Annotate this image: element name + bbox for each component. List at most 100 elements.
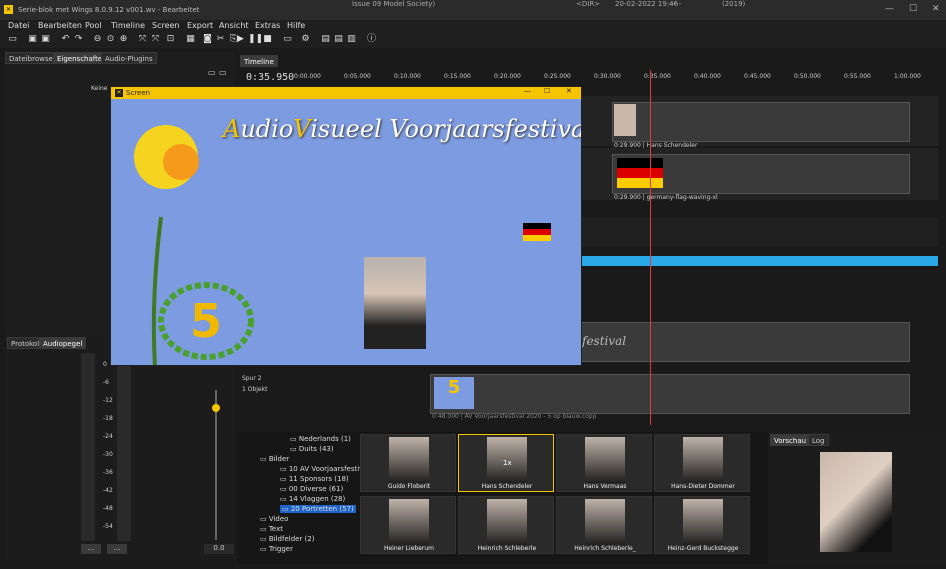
timeline-clip-portrait[interactable] bbox=[612, 102, 910, 142]
meter-tick-label: -24 bbox=[103, 433, 113, 440]
tree-item-label: Nederlands (1) bbox=[298, 435, 351, 443]
meter-tick-label: -30 bbox=[103, 451, 113, 458]
ruler-tick: 0:35.000 bbox=[644, 73, 671, 80]
tree-item[interactable]: ▭ 00 Diverse (61) bbox=[280, 485, 343, 493]
thumbnail-item[interactable]: Hans Vermaas bbox=[556, 434, 652, 492]
tab-audio-plugins[interactable]: Audio-Plugins bbox=[101, 52, 157, 64]
volume-slider-knob[interactable] bbox=[212, 404, 220, 412]
left-meter-button[interactable]: ... bbox=[81, 544, 101, 554]
pool-panel: ▭ Nederlands (1) ▭ Duits (43) ▭ Bilder ▭ 10… bbox=[238, 432, 768, 564]
thumbnail-item[interactable]: Heinrich Schleberle_ bbox=[556, 496, 652, 554]
thumbnail-item[interactable]: Guido Floberit bbox=[360, 434, 456, 492]
tree-item-label: Trigger bbox=[268, 545, 293, 553]
print-icon[interactable]: ▥ bbox=[346, 34, 357, 45]
folder-up-icon[interactable]: ▭ bbox=[208, 68, 216, 77]
tree-item-label: Text bbox=[268, 525, 284, 533]
banner-letter-v: V bbox=[293, 115, 311, 143]
tree-item[interactable]: ▭ Nederlands (1) bbox=[290, 435, 351, 443]
playhead[interactable] bbox=[650, 70, 651, 425]
ruler-tick: 0:00.000 bbox=[294, 73, 321, 80]
ruler-tick: 0:15.000 bbox=[444, 73, 471, 80]
tree-item-label: Video bbox=[268, 515, 289, 523]
thumbnail-item[interactable]: Heiner Lieberum bbox=[360, 496, 456, 554]
folder-icon: ▭ bbox=[260, 525, 269, 533]
timeline-clip-badge[interactable] bbox=[430, 374, 910, 414]
zoom-fit-icon[interactable]: ⊙ bbox=[105, 34, 116, 45]
tree-item[interactable]: ▭ Bilder bbox=[260, 455, 289, 463]
thumbnail-caption: Heinrich Schleberle bbox=[477, 545, 537, 552]
screen-close-icon[interactable]: ✕ bbox=[566, 87, 572, 95]
tab-timeline[interactable]: Timeline bbox=[240, 55, 278, 67]
laurel-five-badge: 5 bbox=[158, 282, 254, 360]
cut-icon[interactable]: ✂ bbox=[215, 34, 226, 45]
settings-icon[interactable]: ⚙ bbox=[300, 34, 311, 45]
snap-icon[interactable]: ⊡ bbox=[165, 34, 176, 45]
capture-icon[interactable]: ◙ bbox=[202, 34, 213, 45]
zoom-in-icon[interactable]: ⊕ bbox=[118, 34, 129, 45]
fit-height-icon[interactable]: ⤧ bbox=[150, 34, 161, 45]
tree-item[interactable]: ▭ 20 Portretten (57) bbox=[280, 505, 356, 513]
folder-icon: ▭ bbox=[290, 435, 299, 443]
timecode-display: 0:35.950 bbox=[246, 72, 295, 83]
chat-icon[interactable]: ▤ bbox=[320, 34, 331, 45]
fit-width-icon[interactable]: ⤧ bbox=[137, 34, 148, 45]
folder-open-icon[interactable]: ▭ bbox=[219, 68, 227, 77]
tab-audiopegel[interactable]: Audiopegel bbox=[39, 337, 87, 349]
tree-item[interactable]: ▭ Text bbox=[260, 525, 283, 533]
maximize-icon[interactable]: ☐ bbox=[909, 4, 917, 14]
menu-screen[interactable]: Screen bbox=[152, 21, 180, 30]
menu-extras[interactable]: Extras bbox=[255, 21, 280, 30]
screen-minimize-icon[interactable]: — bbox=[524, 87, 531, 95]
ruler-tick: 0:25.000 bbox=[544, 73, 571, 80]
thumbnail-item[interactable]: 1x Hans Schendeler bbox=[458, 434, 554, 492]
tree-item[interactable]: ▭ Trigger bbox=[260, 545, 293, 553]
right-meter-button[interactable]: ... bbox=[107, 544, 127, 554]
tree-item[interactable]: ▭ 11 Sponsors (18) bbox=[280, 475, 349, 483]
tab-dateibrowser[interactable]: Dateibrowser bbox=[5, 52, 60, 64]
thumbnail-item[interactable]: Hans-Dieter Dommer bbox=[654, 434, 750, 492]
list-icon[interactable]: ▤ bbox=[333, 34, 344, 45]
minimize-icon[interactable]: — bbox=[885, 4, 894, 14]
thumbnail-item[interactable]: Heinz-Gerd Buckstegge bbox=[654, 496, 750, 554]
save-icon[interactable]: ▣ bbox=[27, 34, 38, 45]
info-icon[interactable]: ⓘ bbox=[366, 34, 377, 45]
menu-hilfe[interactable]: Hilfe bbox=[287, 21, 305, 30]
undo-icon[interactable]: ↶ bbox=[60, 34, 71, 45]
banner-udio: udio bbox=[240, 115, 294, 143]
menu-export[interactable]: Export bbox=[187, 21, 213, 30]
grid-icon[interactable]: ▦ bbox=[185, 34, 196, 45]
volume-slider-track[interactable] bbox=[215, 390, 217, 540]
zoom-out-icon[interactable]: ⊖ bbox=[92, 34, 103, 45]
menu-ansicht[interactable]: Ansicht bbox=[219, 21, 249, 30]
tree-item[interactable]: ▭ 14 Vlaggen (28) bbox=[280, 495, 345, 503]
menu-timeline[interactable]: Timeline bbox=[111, 21, 145, 30]
tree-item[interactable]: ▭ Duits (43) bbox=[290, 445, 334, 453]
timeline-clip-festival[interactable] bbox=[578, 322, 910, 362]
close-icon[interactable]: ✕ bbox=[932, 4, 940, 14]
redo-icon[interactable]: ↷ bbox=[73, 34, 84, 45]
screen-window-titlebar[interactable]: ✕ Screen — ☐ ✕ bbox=[111, 87, 581, 99]
tab-vorschau[interactable]: Vorschau bbox=[770, 434, 811, 446]
menu-pool[interactable]: Pool bbox=[85, 21, 102, 30]
menu-datei[interactable]: Datei bbox=[8, 21, 29, 30]
save-as-icon[interactable]: ▣ bbox=[40, 34, 51, 45]
open-folder-icon[interactable]: ▭ bbox=[7, 34, 18, 45]
screen-window[interactable]: ✕ Screen — ☐ ✕ AudioVisueel Voorjaarsfes… bbox=[110, 86, 582, 366]
meter-tick-label: -36 bbox=[103, 469, 113, 476]
tree-item[interactable]: ▭ Bildfelder (2) bbox=[260, 535, 314, 543]
thumbnail-item[interactable]: Heinrich Schleberle bbox=[458, 496, 554, 554]
screen-window-title: Screen bbox=[126, 89, 151, 97]
thumbnail-image bbox=[585, 499, 625, 545]
menu-bearbeiten[interactable]: Bearbeiten bbox=[38, 21, 82, 30]
tree-item[interactable]: ▭ Video bbox=[260, 515, 288, 523]
stop-icon[interactable]: ■ bbox=[262, 34, 273, 45]
tree-item-label: 14 Vlaggen (28) bbox=[288, 495, 346, 503]
left-meter-bar bbox=[81, 353, 95, 541]
screen-icon[interactable]: ▭ bbox=[282, 34, 293, 45]
screen-maximize-icon[interactable]: ☐ bbox=[544, 87, 550, 95]
tab-log[interactable]: Log bbox=[808, 434, 829, 446]
thumbnail-image bbox=[683, 437, 723, 483]
clip-label: 0:48.000 | AV Voorjaarsfestival 2020 - 5… bbox=[432, 413, 597, 420]
pause-icon[interactable]: ❚❚ bbox=[248, 34, 263, 45]
play-icon[interactable]: ▶ bbox=[235, 34, 246, 45]
